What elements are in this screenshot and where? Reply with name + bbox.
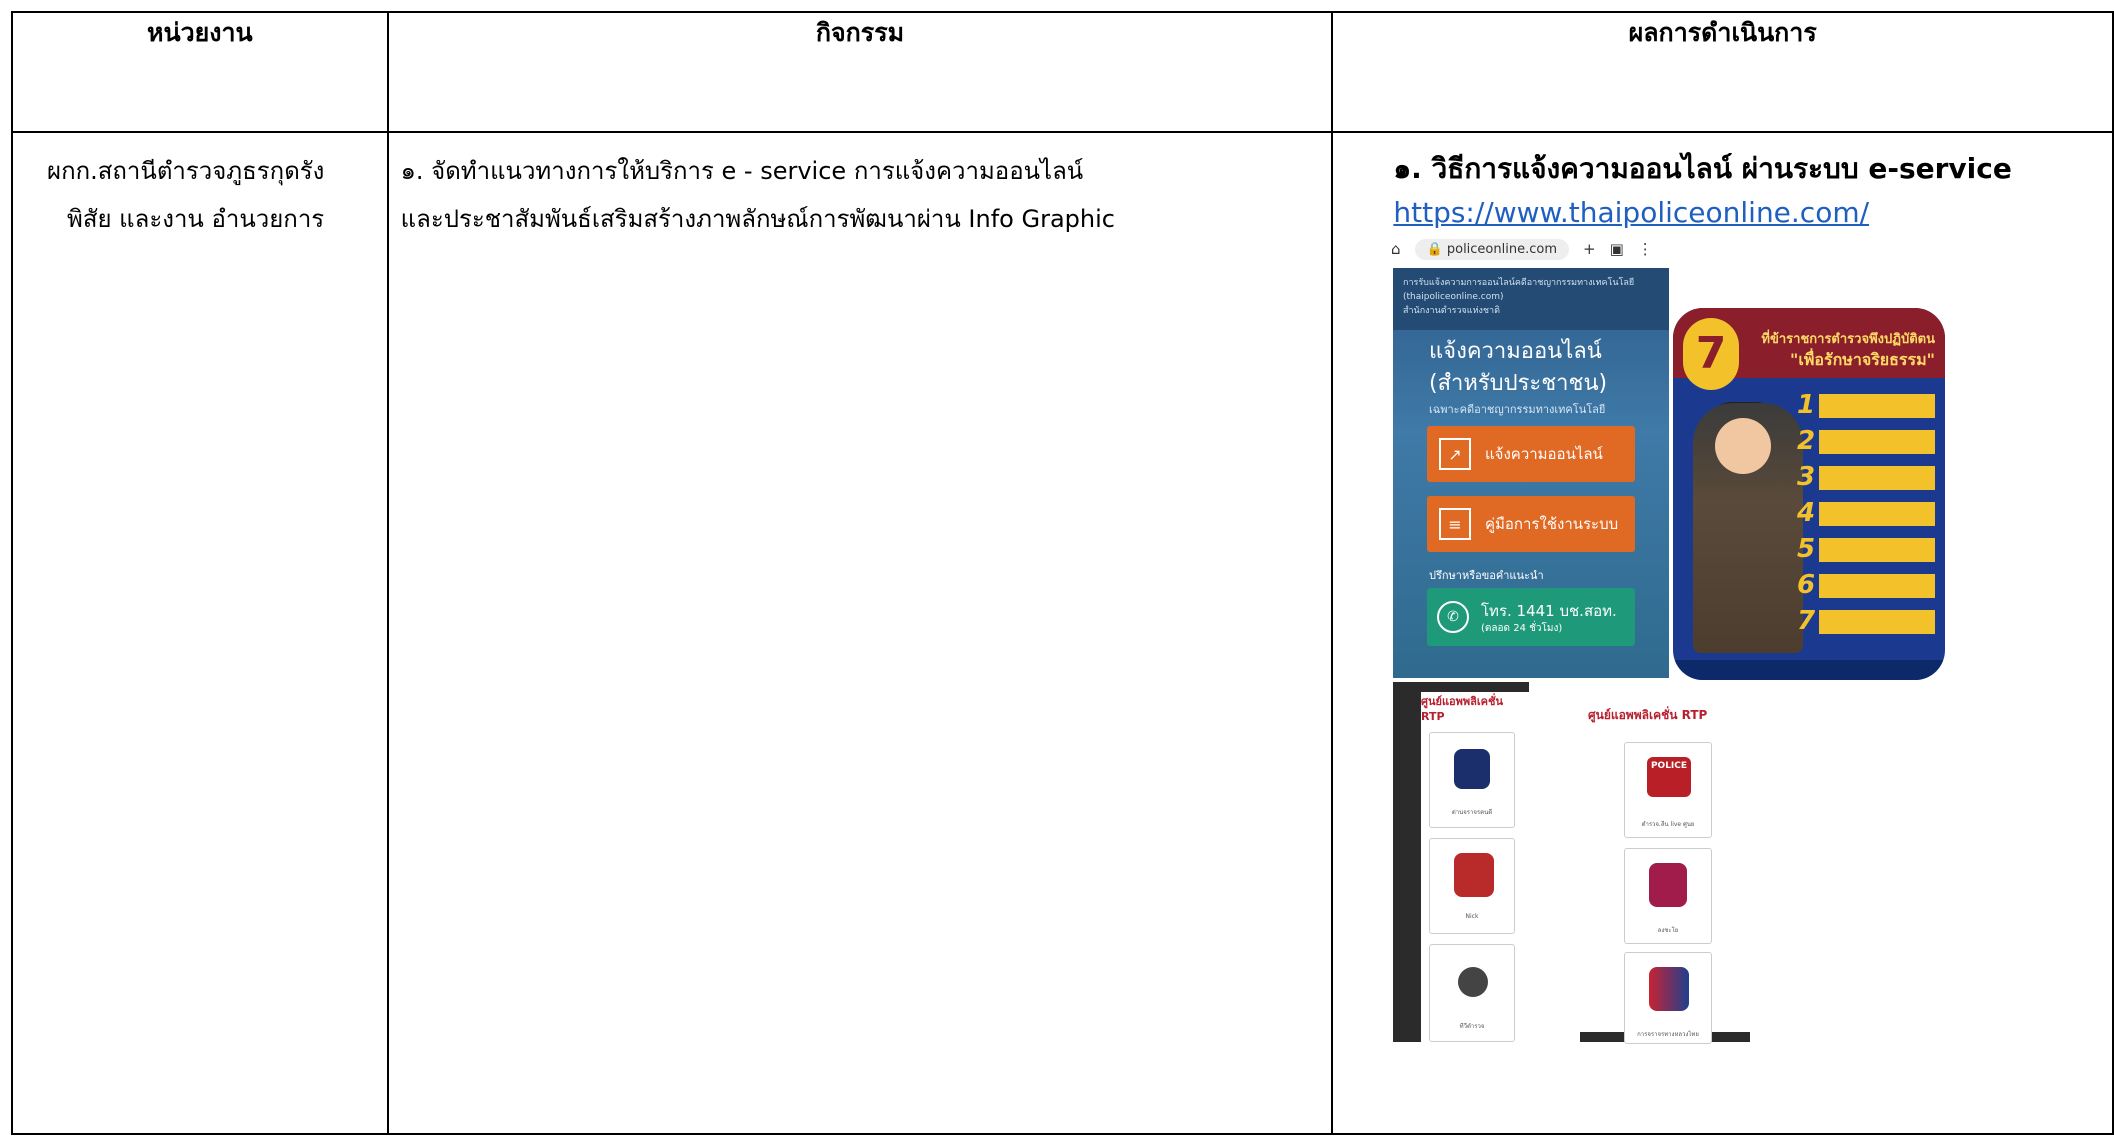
poster-item-bar xyxy=(1819,538,1935,562)
thaipoliceonline-link[interactable]: https://www.thaipoliceonline.com/ xyxy=(1393,191,2096,235)
app-caption: Nick xyxy=(1465,913,1479,920)
officer-face-graphic xyxy=(1715,418,1771,474)
poster-item-bar xyxy=(1819,466,1935,490)
unit-cell: ผกก.สถานีตำรวจภูธรกุดรัง พิสัย และงาน อำ… xyxy=(11,131,389,1135)
highway-app-icon xyxy=(1649,967,1689,1011)
document-icon: ≡ xyxy=(1439,508,1471,540)
tabs-icon: ▣ xyxy=(1609,240,1624,258)
poster-number-badge: 7 xyxy=(1683,318,1739,390)
search-app-icon xyxy=(1454,853,1494,897)
ethics-poster: ที่ข้าราชการตำรวจพึงปฏิบัติตน "เพื่อรักษ… xyxy=(1673,308,1945,680)
website-title: แจ้งความออนไลน์ (สำหรับประชาชน) xyxy=(1429,339,1608,396)
poster-item-number: 1 xyxy=(1797,390,1816,420)
manual-label: คู่มือการใช้งานระบบ xyxy=(1485,515,1619,533)
red-app-icon xyxy=(1649,863,1687,907)
poster-item-bar xyxy=(1819,610,1935,634)
app-card: ทีวีตำรวจ xyxy=(1429,944,1515,1042)
app-center-screenshot-right: ศูนย์แอพพลิเคชั่น RTP POLICE ตำรวจ.ลีน l… xyxy=(1580,682,1768,1044)
website-header-line-1: การรับแจ้งความการออนไลน์คดีอาชญากรรมทางเ… xyxy=(1403,278,1635,288)
app-caption: ลงชะโย xyxy=(1657,927,1679,934)
poster-item-number: 7 xyxy=(1797,606,1816,636)
document-page: หน่วยงาน กิจกรรม ผลการดำเนินการ ผกก.สถาน… xyxy=(0,0,2114,1142)
app-center-title-right: ศูนย์แอพพลิเคชั่น RTP xyxy=(1588,708,1708,722)
external-link-icon: ↗ xyxy=(1439,438,1471,470)
app-caption: ตำรวจ.ลีน live ศูนย xyxy=(1641,821,1695,828)
phone-icon: ✆ xyxy=(1437,601,1469,633)
report-online-button: ↗ แจ้งความออนไลน์ xyxy=(1427,426,1635,482)
poster-heading-2: "เพื่อรักษาจริยธรรม" xyxy=(1790,350,1935,369)
app-card: POLICE ตำรวจ.ลีน live ศูนย xyxy=(1624,742,1712,838)
app-card: Nick xyxy=(1429,838,1515,934)
poster-item-bar xyxy=(1819,574,1935,598)
unit-line-2: พิสัย และงาน อำนวยการ xyxy=(67,205,325,233)
poster-item-number: 4 xyxy=(1797,498,1816,528)
app-caption: การจราจรทางหลวงไทย xyxy=(1637,1031,1699,1038)
header-unit: หน่วยงาน xyxy=(11,11,389,133)
app-center-screenshot-left: ศูนย์แอพพลิเคชั่น RTP ด่านจราจรคนดี Nick… xyxy=(1393,682,1529,1042)
url-text: policeonline.com xyxy=(1446,241,1557,257)
website-subtitle: เฉพาะคดีอาชญากรรมทางเทคโนโลยี xyxy=(1429,403,1606,416)
police-tv-icon xyxy=(1458,967,1488,997)
browser-toolbar-screenshot: ⌂ 🔒 policeonline.com + ▣ ⋮ xyxy=(1391,234,1671,264)
result-title: ๑. วิธีการแจ้งความออนไลน์ ผ่านระบบ e-ser… xyxy=(1393,152,2012,185)
police-badge-icon xyxy=(1454,749,1490,789)
app-center-title-left: ศูนย์แอพพลิเคชั่น RTP xyxy=(1421,695,1503,723)
phone-line: โทร. 1441 บช.สอท. xyxy=(1481,602,1617,620)
poster-item-number: 6 xyxy=(1797,570,1816,600)
app-card: ลงชะโย xyxy=(1624,848,1712,944)
website-screenshot: การรับแจ้งความการออนไลน์คดีอาชญากรรมทางเ… xyxy=(1393,268,1669,678)
poster-footer xyxy=(1673,660,1945,680)
manual-button: ≡ คู่มือการใช้งานระบบ xyxy=(1427,496,1635,552)
app-caption: ด่านจราจรคนดี xyxy=(1451,809,1493,816)
poster-heading-1: ที่ข้าราชการตำรวจพึงปฏิบัติตน xyxy=(1761,332,1935,347)
app-caption: ทีวีตำรวจ xyxy=(1459,1023,1485,1030)
kebab-menu-icon: ⋮ xyxy=(1637,240,1653,258)
ask-label: ปรึกษาหรือขอคำแนะนำ xyxy=(1429,569,1544,582)
police-app-icon: POLICE xyxy=(1647,757,1691,797)
header-result: ผลการดำเนินการ xyxy=(1331,11,2114,133)
app-card: การจราจรทางหลวงไทย xyxy=(1624,952,1712,1044)
poster-item-bar xyxy=(1819,502,1935,526)
unit-line-1: ผกก.สถานีตำรวจภูธรกุดรัง xyxy=(47,157,325,185)
website-header-line-3: สำนักงานตำรวจแห่งชาติ xyxy=(1403,306,1500,316)
poster-item-number: 2 xyxy=(1797,426,1816,456)
url-pill: 🔒 policeonline.com xyxy=(1414,238,1569,260)
plus-icon: + xyxy=(1583,240,1596,258)
activity-cell: ๑. จัดทำแนวทางการให้บริการ e - service ก… xyxy=(386,131,1334,1135)
website-header: การรับแจ้งความการออนไลน์คดีอาชญากรรมทางเ… xyxy=(1393,268,1669,330)
table-header-row: หน่วยงาน กิจกรรม ผลการดำเนินการ xyxy=(11,11,2114,133)
activity-line-1: ๑. จัดทำแนวทางการให้บริการ e - service ก… xyxy=(400,157,1084,185)
report-online-label: แจ้งความออนไลน์ xyxy=(1485,445,1603,463)
activity-line-2: และประชาสัมพันธ์เสริมสร้างภาพลักษณ์การพั… xyxy=(400,205,1115,233)
poster-number: 7 xyxy=(1695,328,1727,379)
phone-hours: (ตลอด 24 ชั่วโมง) xyxy=(1481,623,1563,634)
poster-item-bar xyxy=(1819,430,1935,454)
poster-item-number: 5 xyxy=(1797,534,1816,564)
phone-contact-box: ✆ โทร. 1441 บช.สอท. (ตลอด 24 ชั่วโมง) xyxy=(1427,588,1635,646)
poster-item-bar xyxy=(1819,394,1935,418)
header-activity: กิจกรรม xyxy=(386,11,1334,133)
app-card: ด่านจราจรคนดี xyxy=(1429,732,1515,828)
home-icon: ⌂ xyxy=(1391,240,1401,258)
website-header-line-2: (thaipoliceonline.com) xyxy=(1403,292,1504,302)
poster-item-number: 3 xyxy=(1797,462,1816,492)
